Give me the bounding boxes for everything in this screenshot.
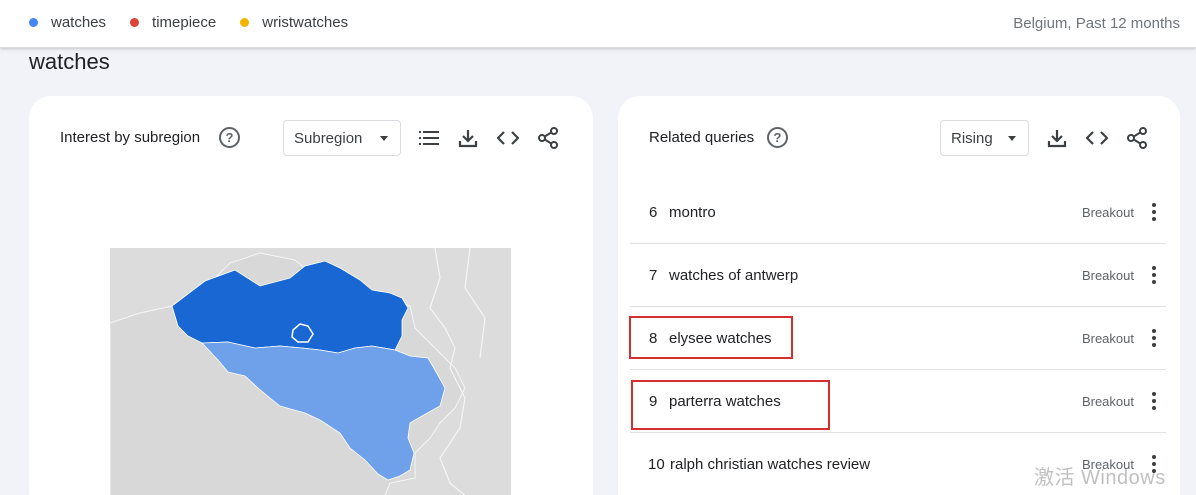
- query-row[interactable]: 7 watches of antwerp Breakout: [630, 244, 1166, 307]
- legend-label: wristwatches: [262, 14, 349, 31]
- help-icon[interactable]: ?: [219, 127, 240, 148]
- card-title: Interest by subregion: [60, 129, 201, 146]
- legend-dot-wristwatches: [240, 18, 250, 27]
- select-value: Rising: [951, 129, 993, 147]
- embed-code-icon[interactable]: [496, 126, 520, 150]
- query-breakout-badge: Breakout: [1081, 268, 1134, 283]
- comparison-legend-bar: watches timepiece wristwatches Belgium, …: [0, 0, 1196, 48]
- embed-code-icon[interactable]: [1085, 126, 1109, 150]
- dropdown-arrow-icon: [1008, 136, 1016, 141]
- query-text[interactable]: ralph christian watches review: [670, 456, 870, 473]
- belgium-subregion-map[interactable]: [109, 247, 511, 495]
- query-breakout-badge: Breakout: [1081, 331, 1134, 346]
- list-view-icon[interactable]: [417, 126, 441, 150]
- annotation-highlight-box: [629, 316, 793, 359]
- legend-dot-watches: [29, 18, 38, 27]
- query-text[interactable]: watches of antwerp: [669, 267, 798, 284]
- query-text[interactable]: montro: [669, 204, 716, 221]
- query-rank: 6: [649, 204, 658, 221]
- card-title: Related queries: [649, 129, 755, 146]
- page-title: watches: [29, 49, 110, 74]
- query-breakout-badge: Breakout: [1081, 205, 1134, 220]
- download-icon[interactable]: [456, 126, 480, 150]
- more-vert-icon[interactable]: [1150, 390, 1158, 412]
- query-row[interactable]: 6 montro Breakout: [630, 181, 1166, 244]
- queries-filter-select[interactable]: Rising: [940, 120, 1029, 156]
- query-rank: 7: [649, 267, 658, 284]
- more-vert-icon[interactable]: [1150, 327, 1158, 349]
- legend-item-watches[interactable]: watches: [29, 14, 106, 31]
- windows-activation-watermark: 激活 Windows: [1034, 467, 1166, 489]
- region-time-filter: Belgium, Past 12 months: [1013, 15, 1180, 32]
- related-queries-card: Related queries ? Rising 6 montro Breako…: [618, 96, 1180, 495]
- legend-item-timepiece[interactable]: timepiece: [130, 14, 216, 31]
- legend-item-wristwatches[interactable]: wristwatches: [240, 14, 348, 31]
- legend-dot-timepiece: [130, 18, 140, 27]
- more-vert-icon[interactable]: [1150, 201, 1158, 223]
- annotation-highlight-box: [631, 380, 830, 430]
- query-rank: 10: [648, 456, 665, 473]
- dropdown-arrow-icon: [380, 136, 388, 141]
- interest-by-subregion-card: Interest by subregion ? Subregion: [29, 96, 593, 495]
- more-vert-icon[interactable]: [1150, 264, 1158, 286]
- legend-label: watches: [51, 14, 107, 31]
- share-icon[interactable]: [1125, 126, 1149, 150]
- resolution-select[interactable]: Subregion: [283, 120, 401, 156]
- legend-label: timepiece: [152, 14, 217, 31]
- share-icon[interactable]: [536, 126, 560, 150]
- select-value: Subregion: [294, 129, 363, 147]
- help-icon[interactable]: ?: [767, 127, 788, 148]
- search-terms-legend: watches timepiece wristwatches: [29, 14, 372, 31]
- download-icon[interactable]: [1045, 126, 1069, 150]
- query-breakout-badge: Breakout: [1081, 394, 1134, 409]
